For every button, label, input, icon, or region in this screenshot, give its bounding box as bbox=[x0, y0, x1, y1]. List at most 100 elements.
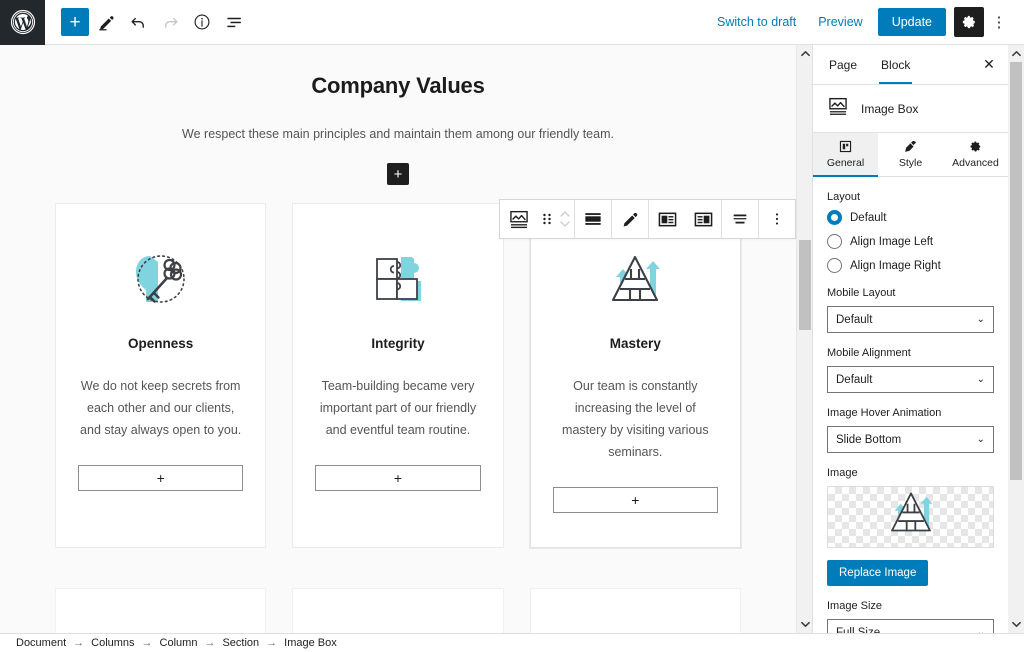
chevron-down-icon: ⌄ bbox=[976, 434, 985, 445]
block-toolbar bbox=[499, 199, 796, 239]
breadcrumb-item-columns[interactable]: Columns bbox=[91, 637, 134, 649]
subtab-style[interactable]: Style bbox=[878, 133, 943, 176]
sidebar-tabs: Page Block ✕ bbox=[813, 45, 1008, 85]
update-button[interactable]: Update bbox=[877, 8, 946, 36]
image-label: Image bbox=[827, 467, 858, 479]
drag-dots-icon[interactable] bbox=[538, 200, 556, 238]
pencil-icon[interactable] bbox=[612, 200, 648, 238]
info-circle-icon[interactable] bbox=[187, 7, 217, 37]
sidebar-scrollbar-thumb[interactable] bbox=[1010, 62, 1022, 480]
block-toolbar-group-valign bbox=[722, 200, 759, 238]
card-add-block-button[interactable]: + bbox=[552, 487, 718, 513]
layout-field-group: Layout Default Align Image Left Align Im… bbox=[827, 191, 994, 273]
vertical-align-icon[interactable] bbox=[722, 200, 758, 238]
scroll-up-arrow-icon[interactable] bbox=[797, 45, 813, 62]
layout-label: Layout bbox=[827, 191, 861, 203]
block-toolbar-group-image-align bbox=[649, 200, 722, 238]
layout-option-align-right-label: Align Image Right bbox=[850, 259, 941, 272]
card-title: Integrity bbox=[371, 336, 425, 351]
add-block-button[interactable]: + bbox=[61, 8, 89, 36]
value-card-placeholder[interactable] bbox=[292, 588, 504, 633]
image-size-select[interactable]: Full Size ⌄ bbox=[827, 619, 994, 633]
switch-to-draft-button[interactable]: Switch to draft bbox=[706, 9, 807, 35]
breadcrumb-item-section[interactable]: Section bbox=[222, 637, 259, 649]
page-subtitle: We respect these main principles and mai… bbox=[182, 127, 614, 141]
settings-gear-button[interactable] bbox=[954, 7, 984, 37]
subtab-advanced-label: Advanced bbox=[952, 157, 999, 169]
subtab-general[interactable]: General bbox=[813, 133, 878, 177]
subtab-advanced[interactable]: Advanced bbox=[943, 133, 1008, 176]
layout-option-align-image-left[interactable]: Align Image Left bbox=[827, 234, 994, 249]
image-hover-animation-field-group: Image Hover Animation Slide Bottom ⌄ bbox=[827, 407, 994, 453]
breadcrumb-item-column[interactable]: Column bbox=[160, 637, 198, 649]
page-title: Company Values bbox=[311, 73, 485, 98]
layout-option-default[interactable]: Default bbox=[827, 210, 994, 225]
card-add-block-button[interactable]: + bbox=[78, 465, 244, 491]
inline-add-block-button[interactable]: + bbox=[387, 163, 409, 185]
image-hover-animation-select[interactable]: Slide Bottom ⌄ bbox=[827, 426, 994, 453]
puzzle-pieces-icon bbox=[367, 246, 429, 318]
canvas-scrollbar[interactable] bbox=[796, 45, 812, 633]
sidebar-subtabs: General Style Advanced bbox=[813, 133, 1008, 177]
image-preview[interactable] bbox=[827, 486, 994, 548]
replace-image-button[interactable]: Replace Image bbox=[827, 560, 929, 586]
image-size-field-group: Image Size Full Size ⌄ For images from M… bbox=[827, 600, 994, 633]
mobile-alignment-field-group: Mobile Alignment Default ⌄ bbox=[827, 347, 994, 393]
general-icon bbox=[813, 140, 878, 154]
breadcrumb-separator-icon: → bbox=[204, 637, 216, 649]
editor-top-bar: + Switch to draft Preview Update ⋮ bbox=[0, 0, 1024, 45]
scroll-down-arrow-icon[interactable] bbox=[797, 616, 813, 633]
undo-button[interactable] bbox=[123, 7, 153, 37]
preview-button[interactable]: Preview bbox=[807, 9, 873, 35]
chevron-down-icon: ⌄ bbox=[976, 314, 985, 325]
mobile-alignment-label: Mobile Alignment bbox=[827, 347, 911, 359]
values-cards-row-next bbox=[0, 588, 796, 633]
redo-button[interactable] bbox=[155, 7, 185, 37]
sidebar-scroll-up-arrow-icon[interactable] bbox=[1008, 45, 1024, 62]
block-toolbar-group-align bbox=[575, 200, 612, 238]
close-icon[interactable]: ✕ bbox=[974, 50, 1004, 80]
breadcrumb-separator-icon: → bbox=[141, 637, 153, 649]
canvas-scrollbar-thumb[interactable] bbox=[799, 240, 811, 330]
layout-option-align-image-right[interactable]: Align Image Right bbox=[827, 258, 994, 273]
value-card-placeholder[interactable] bbox=[529, 588, 741, 633]
mobile-layout-value: Default bbox=[836, 313, 873, 326]
more-vertical-icon[interactable]: ⋮ bbox=[984, 7, 1014, 37]
more-vertical-icon[interactable] bbox=[759, 200, 795, 238]
value-card-placeholder[interactable] bbox=[55, 588, 267, 633]
pyramid-growth-icon bbox=[602, 246, 668, 318]
mobile-layout-select[interactable]: Default ⌄ bbox=[827, 306, 994, 333]
value-card-integrity[interactable]: Integrity Team-building became very impo… bbox=[292, 203, 504, 548]
gear-icon bbox=[943, 140, 1008, 154]
breadcrumb-item-image-box[interactable]: Image Box bbox=[284, 637, 337, 649]
edit-tool-button[interactable] bbox=[91, 7, 121, 37]
card-add-block-button[interactable]: + bbox=[315, 465, 481, 491]
mobile-alignment-select[interactable]: Default ⌄ bbox=[827, 366, 994, 393]
radio-default-icon[interactable] bbox=[827, 210, 842, 225]
chevron-updown-icon[interactable] bbox=[556, 200, 574, 238]
radio-align-right-icon[interactable] bbox=[827, 258, 842, 273]
list-view-button[interactable] bbox=[219, 7, 249, 37]
image-right-icon[interactable] bbox=[685, 200, 721, 238]
breadcrumb: Document → Columns → Column → Section → … bbox=[0, 633, 1024, 652]
sidebar-scrollbar[interactable] bbox=[1008, 45, 1024, 633]
subtab-general-label: General bbox=[826, 157, 865, 169]
radio-align-left-icon[interactable] bbox=[827, 234, 842, 249]
mobile-layout-field-group: Mobile Layout Default ⌄ bbox=[827, 287, 994, 333]
value-card-mastery[interactable]: Mastery Our team is constantly increasin… bbox=[529, 203, 741, 548]
wordpress-logo-icon[interactable] bbox=[0, 0, 45, 45]
image-box-icon[interactable] bbox=[500, 200, 538, 238]
tab-page[interactable]: Page bbox=[817, 47, 869, 83]
breadcrumb-item-document[interactable]: Document bbox=[16, 637, 66, 649]
top-bar-tools: + bbox=[45, 7, 249, 37]
image-left-icon[interactable] bbox=[649, 200, 685, 238]
layout-option-align-left-label: Align Image Left bbox=[850, 235, 934, 248]
align-center-icon[interactable] bbox=[575, 200, 611, 238]
tab-block[interactable]: Block bbox=[869, 47, 922, 84]
mobile-layout-label: Mobile Layout bbox=[827, 287, 896, 299]
sidebar-scroll-down-arrow-icon[interactable] bbox=[1008, 616, 1024, 633]
value-card-openness[interactable]: Openness We do not keep secrets from eac… bbox=[55, 203, 267, 548]
sidebar-general-panel: Layout Default Align Image Left Align Im… bbox=[813, 177, 1008, 633]
image-size-label: Image Size bbox=[827, 600, 883, 612]
block-toolbar-group-more bbox=[759, 200, 795, 238]
